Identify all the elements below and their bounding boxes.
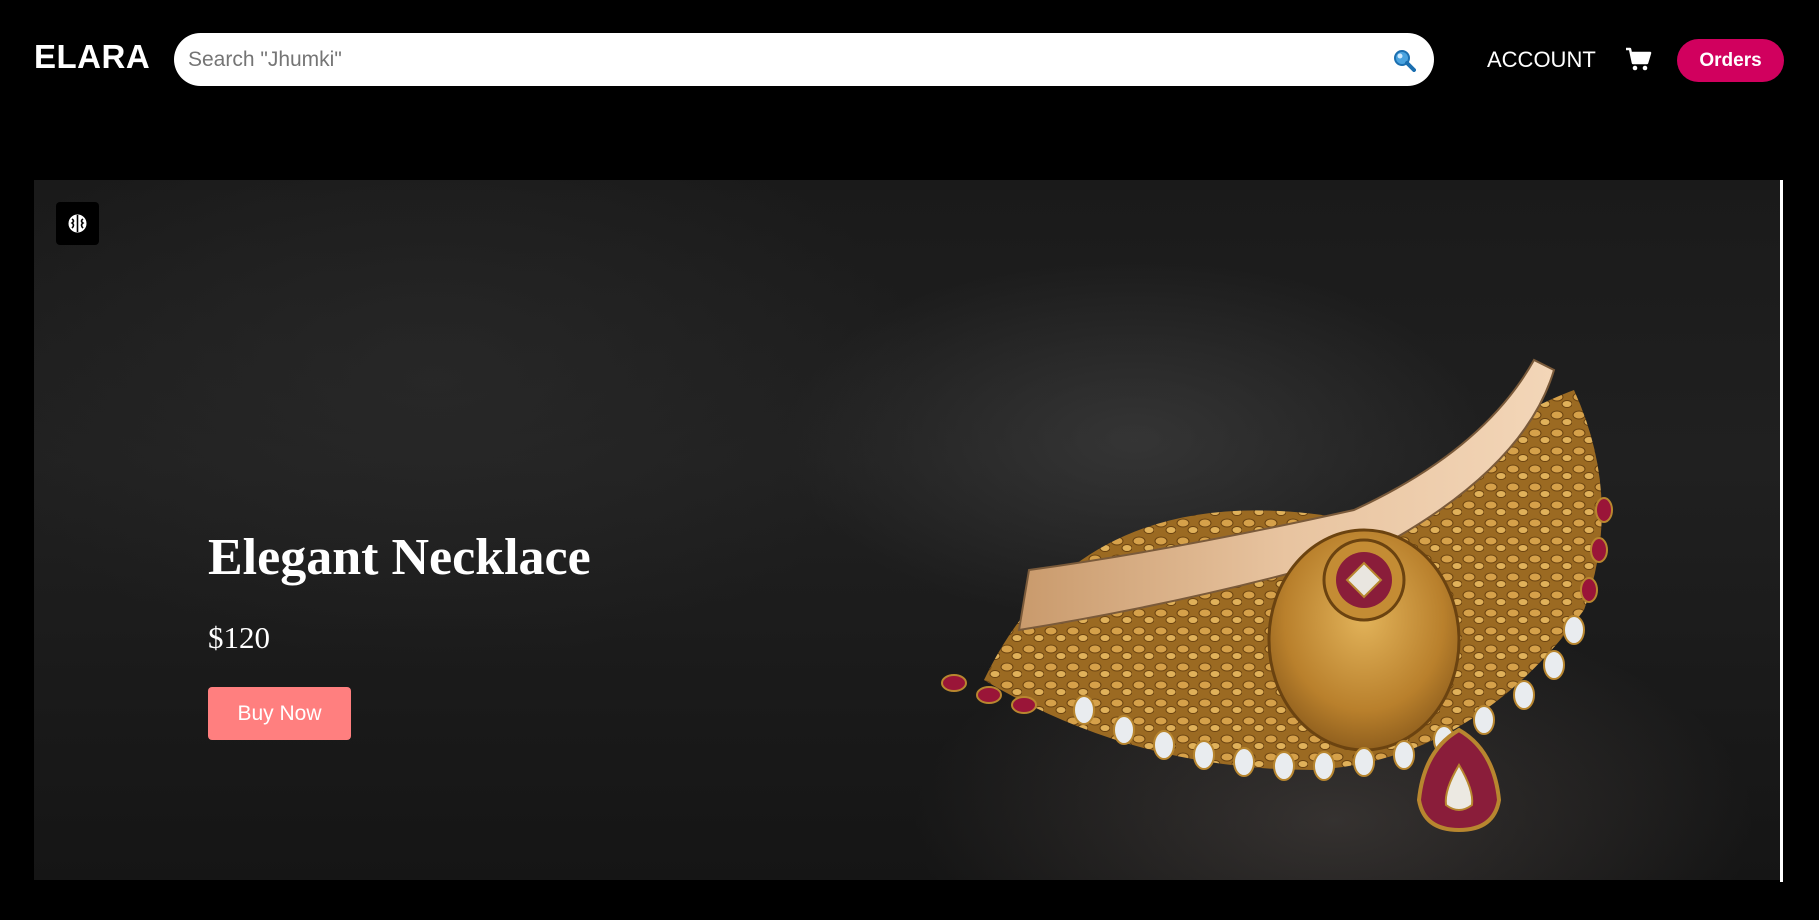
search-input[interactable]	[188, 33, 1358, 86]
site-header: ELARA ACCOUNT Orders	[0, 0, 1819, 120]
hero-divider	[1780, 180, 1783, 882]
account-link[interactable]: ACCOUNT	[1487, 47, 1596, 73]
buy-now-button[interactable]: Buy Now	[208, 687, 351, 740]
cart-icon[interactable]	[1624, 46, 1652, 72]
hero-banner: Elegant Necklace $120 Buy Now	[34, 180, 1782, 880]
gold-necklace-image	[941, 358, 1613, 833]
product-title: Elegant Necklace	[208, 529, 591, 586]
product-price: $120	[208, 620, 270, 655]
search-bar[interactable]	[174, 33, 1434, 86]
search-icon[interactable]	[1392, 48, 1416, 72]
brain-icon[interactable]	[56, 202, 99, 245]
logo[interactable]: ELARA	[34, 38, 150, 76]
orders-button[interactable]: Orders	[1677, 39, 1784, 82]
